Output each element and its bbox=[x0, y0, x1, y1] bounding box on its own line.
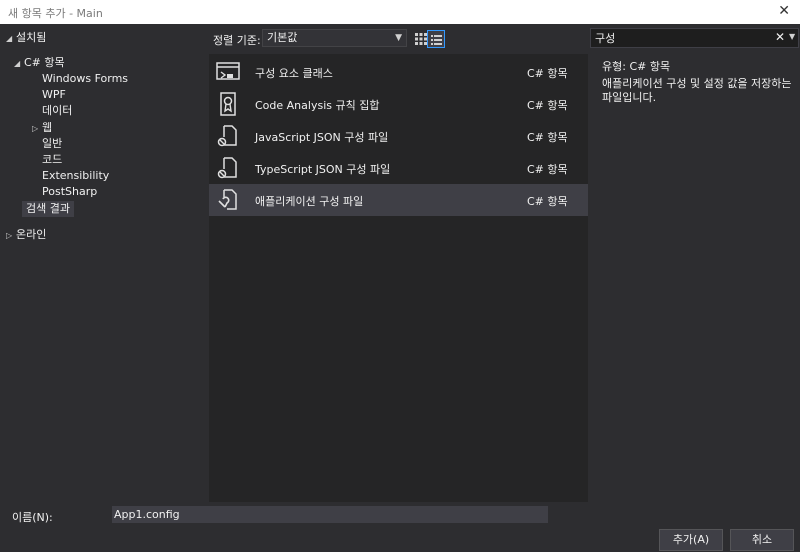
tree-item-label: 웹 bbox=[42, 121, 53, 134]
component-class-icon bbox=[216, 62, 240, 80]
window-title: 새 항목 추가 - Main bbox=[8, 7, 103, 20]
tree-item-windows-forms[interactable]: Windows Forms bbox=[42, 71, 128, 87]
template-type: C# 항목 bbox=[527, 67, 568, 80]
details-type: 유형: C# 항목 bbox=[602, 60, 671, 73]
title-bar: 새 항목 추가 - Main ✕ bbox=[0, 0, 800, 24]
close-icon[interactable]: ✕ bbox=[778, 3, 790, 19]
chevron-down-icon: ▼ bbox=[395, 33, 402, 43]
template-item-javascript-json[interactable]: JavaScript JSON 구성 파일 C# 항목 bbox=[209, 120, 588, 152]
search-box: ✕ ▼ bbox=[590, 28, 799, 48]
ruleset-icon bbox=[220, 92, 236, 116]
name-label: 이름(N): bbox=[12, 511, 53, 524]
name-input[interactable] bbox=[112, 506, 548, 523]
template-list: 구성 요소 클래스 C# 항목 Code Analysis 규칙 집합 C# 항… bbox=[209, 54, 588, 502]
sort-value: 기본값 bbox=[267, 31, 298, 44]
sort-dropdown[interactable]: 기본값 ▼ bbox=[262, 29, 407, 47]
collapsed-triangle-icon[interactable]: ▷ bbox=[6, 228, 16, 244]
json-config-icon bbox=[217, 125, 237, 147]
json-config-icon bbox=[217, 157, 237, 179]
sort-label: 정렬 기준: bbox=[213, 34, 261, 47]
tree-item-installed[interactable]: ◢ 설치됨 bbox=[6, 30, 46, 46]
template-item-typescript-json[interactable]: TypeScript JSON 구성 파일 C# 항목 bbox=[209, 152, 588, 184]
search-input[interactable] bbox=[595, 31, 765, 45]
add-button[interactable]: 추가(A) bbox=[659, 529, 723, 551]
template-type: C# 항목 bbox=[527, 195, 568, 208]
tree-item-postsharp[interactable]: PostSharp bbox=[42, 184, 97, 200]
template-name: Code Analysis 규칙 집합 bbox=[255, 99, 380, 112]
template-name: 애플리케이션 구성 파일 bbox=[255, 195, 364, 208]
template-name: TypeScript JSON 구성 파일 bbox=[255, 163, 391, 176]
expanded-triangle-icon[interactable]: ◢ bbox=[14, 56, 24, 72]
tree-item-label: 설치됨 bbox=[16, 31, 47, 44]
template-item-component-class[interactable]: 구성 요소 클래스 C# 항목 bbox=[209, 56, 588, 88]
tree-item-extensibility[interactable]: Extensibility bbox=[42, 168, 109, 184]
details-description: 애플리케이션 구성 및 설정 값을 저장하는 파일입니다. bbox=[602, 77, 792, 104]
tree-item-wpf[interactable]: WPF bbox=[42, 87, 66, 103]
category-tree: ◢ 설치됨 ◢ C# 항목 Windows Forms WPF 데이터 ▷ 웹 일반 … bbox=[0, 24, 208, 502]
grid-view-icon bbox=[415, 33, 427, 45]
sort-toolbar: 정렬 기준: 기본값 ▼ bbox=[208, 24, 590, 54]
search-options-chevron-icon[interactable]: ▼ bbox=[789, 32, 795, 41]
template-item-ruleset[interactable]: Code Analysis 규칙 집합 C# 항목 bbox=[209, 88, 588, 120]
template-name: JavaScript JSON 구성 파일 bbox=[255, 131, 389, 144]
cancel-button[interactable]: 취소 bbox=[730, 529, 794, 551]
tree-item-web[interactable]: ▷ 웹 bbox=[32, 120, 52, 136]
collapsed-triangle-icon[interactable]: ▷ bbox=[32, 121, 42, 137]
template-type: C# 항목 bbox=[527, 99, 568, 112]
tree-item-csharp[interactable]: ◢ C# 항목 bbox=[14, 55, 65, 71]
list-view-button[interactable] bbox=[427, 30, 445, 48]
clear-search-icon[interactable]: ✕ bbox=[775, 30, 785, 44]
template-name: 구성 요소 클래스 bbox=[255, 67, 333, 80]
template-item-app-config[interactable]: 애플리케이션 구성 파일 C# 항목 bbox=[209, 184, 588, 216]
app-config-icon bbox=[218, 189, 237, 210]
template-type: C# 항목 bbox=[527, 163, 568, 176]
tree-item-label: 온라인 bbox=[16, 228, 47, 241]
tree-item-general[interactable]: 일반 bbox=[42, 136, 62, 152]
tree-item-online[interactable]: ▷ 온라인 bbox=[6, 227, 46, 243]
template-type: C# 항목 bbox=[527, 131, 568, 144]
tree-item-search-results[interactable]: 검색 결과 bbox=[22, 201, 74, 217]
tree-item-code[interactable]: 코드 bbox=[42, 152, 62, 168]
list-view-icon bbox=[431, 35, 442, 45]
tree-item-data[interactable]: 데이터 bbox=[42, 103, 72, 119]
expanded-triangle-icon[interactable]: ◢ bbox=[6, 31, 16, 47]
tree-item-label: C# 항목 bbox=[24, 56, 65, 69]
